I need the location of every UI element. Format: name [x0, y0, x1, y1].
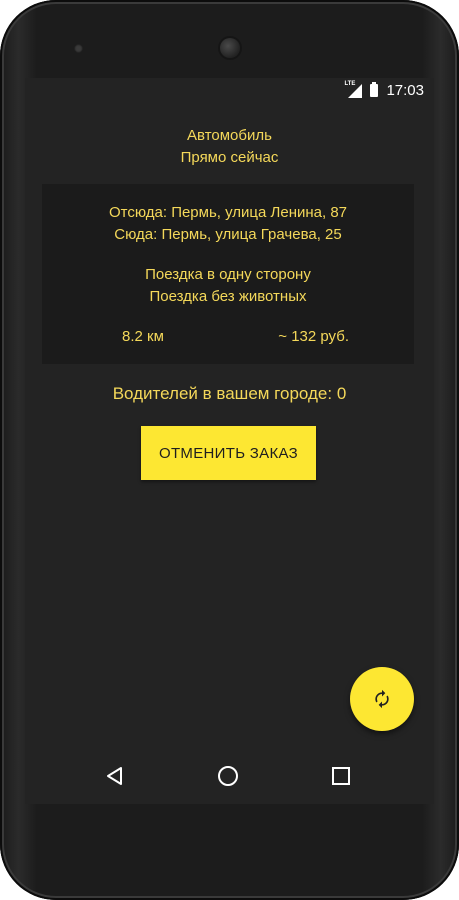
status-bar: LTE 17:03	[25, 78, 434, 104]
sensor-dot	[74, 44, 83, 53]
status-icons: LTE 17:03	[344, 81, 424, 100]
recents-icon	[332, 767, 350, 785]
battery-icon	[370, 82, 379, 97]
navigation-bar	[25, 748, 434, 804]
status-time: 17:03	[386, 82, 424, 99]
trip-option-oneway: Поездка в одну сторону	[145, 266, 311, 283]
trip-option-no-pets: Поездка без животных	[149, 288, 307, 305]
trip-distance: 8.2 км	[122, 328, 164, 345]
home-icon	[218, 766, 238, 786]
drivers-count: Водителей в вашем городе: 0	[112, 384, 347, 403]
cancel-order-button[interactable]: ОТМЕНИТЬ ЗАКАЗ	[141, 426, 316, 480]
order-header: Автомобиль Прямо сейчас	[25, 125, 434, 169]
refresh-icon	[375, 689, 389, 709]
trip-addresses: Отсюда: Пермь, улица Ленина, 87 Сюда: Пе…	[42, 202, 414, 246]
back-icon	[107, 767, 122, 785]
lte-signal-icon: LTE	[344, 81, 363, 98]
to-address: Сюда: Пермь, улица Грачева, 25	[114, 226, 342, 243]
vehicle-type: Автомобиль	[187, 127, 272, 144]
trip-details-card: Отсюда: Пермь, улица Ленина, 87 Сюда: Пе…	[42, 184, 414, 364]
refresh-button[interactable]	[350, 667, 414, 731]
trip-options: Поездка в одну сторону Поездка без живот…	[42, 264, 414, 308]
order-time: Прямо сейчас	[180, 149, 279, 166]
app-screen: LTE 17:03 Автомобиль Прямо сейчас Отсюда…	[25, 78, 434, 804]
front-camera	[220, 38, 240, 58]
nav-recents-button[interactable]	[327, 762, 355, 790]
nav-back-button[interactable]	[101, 762, 129, 790]
trip-price: ~ 132 руб.	[278, 328, 349, 345]
nav-home-button[interactable]	[214, 762, 242, 790]
phone-frame: LTE 17:03 Автомобиль Прямо сейчас Отсюда…	[0, 0, 459, 900]
from-address: Отсюда: Пермь, улица Ленина, 87	[108, 204, 348, 221]
